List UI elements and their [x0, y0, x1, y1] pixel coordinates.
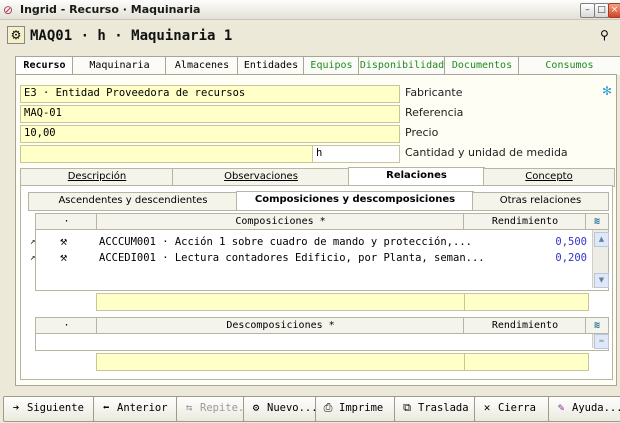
- tab-composiciones[interactable]: Composiciones y descomposiciones: [236, 191, 474, 211]
- close-icon[interactable]: ×: [608, 3, 620, 18]
- scroll-up-icon[interactable]: ▲: [594, 232, 609, 247]
- composition-text: ACCCUM001 · Acción 1 sobre cuadro de man…: [99, 236, 472, 248]
- decompositions-list: ═: [35, 333, 609, 351]
- scroll-down-icon[interactable]: ▼: [594, 273, 609, 288]
- tab-entidades[interactable]: Entidades: [237, 56, 305, 75]
- next-button[interactable]: ➔ Siguiente: [3, 396, 97, 422]
- entity-field[interactable]: E3 · Entidad Proveedora de recursos: [20, 85, 400, 103]
- printer-icon: ⎙: [323, 401, 333, 414]
- link-arrow-icon: ↗: [30, 237, 36, 247]
- tab-otras-relaciones[interactable]: Otras relaciones: [472, 192, 609, 211]
- decompositions-scrollbar[interactable]: ═: [592, 334, 609, 349]
- arrow-left-icon: ⬅: [102, 401, 110, 414]
- page-title: MAQ01 · h · Maquinaria 1: [30, 28, 233, 44]
- repeat-button[interactable]: ⇆ Repite...: [176, 396, 257, 422]
- window-title-bar[interactable]: ⊘ Ingrid - Recurso · Maquinaria – □ ×: [0, 0, 620, 20]
- unit-field[interactable]: h: [312, 145, 400, 163]
- prev-button[interactable]: ⬅ Anterior: [93, 396, 180, 422]
- print-button-label: Imprime: [339, 402, 384, 414]
- move-icon: ⧉: [403, 401, 411, 414]
- composition-rend-field[interactable]: [464, 293, 589, 311]
- tab-descripcion-label: Descripción: [67, 171, 127, 182]
- binoculars-icon[interactable]: ⚲: [600, 28, 609, 42]
- tab-observaciones-label: Observaciones: [224, 171, 298, 182]
- unit-label: Cantidad y unidad de medida: [405, 146, 568, 159]
- tool-icon: ⚒: [60, 234, 68, 248]
- reference-field[interactable]: MAQ-01: [20, 105, 400, 123]
- scroll-handle-icon[interactable]: ═: [594, 334, 609, 349]
- price-label: Precio: [405, 126, 439, 139]
- main-tabs: Recurso Maquinaria Almacenes Entidades E…: [15, 56, 620, 76]
- arrow-right-icon: ➔: [12, 401, 20, 414]
- quantity-field[interactable]: [20, 145, 315, 163]
- price-field[interactable]: 10,00: [20, 125, 400, 143]
- help-button[interactable]: ✎ Ayuda...: [548, 396, 620, 422]
- composition-text: ACCEDI001 · Lectura contadores Edificio,…: [99, 252, 485, 264]
- resource-icon: ⚙: [7, 26, 25, 44]
- new-button-label: Nuevo...: [267, 402, 318, 414]
- composition-value: 0,200: [555, 252, 587, 264]
- compositions-scrollbar[interactable]: ▲ ▼: [592, 230, 609, 288]
- entity-label: Fabricante: [405, 86, 463, 99]
- move-button[interactable]: ⧉ Traslada: [394, 396, 478, 422]
- prev-button-label: Anterior: [117, 402, 168, 414]
- composition-value: 0,500: [555, 236, 587, 248]
- tool-icon: ⚒: [60, 250, 68, 264]
- help-book-icon: ✎: [557, 401, 565, 414]
- tab-relaciones[interactable]: Relaciones: [348, 167, 485, 187]
- app-icon: ⊘: [3, 3, 14, 17]
- tab-documentos[interactable]: Documentos: [444, 56, 520, 75]
- new-button[interactable]: ⚙ Nuevo...: [243, 396, 319, 422]
- help-button-label: Ayuda...: [572, 402, 620, 414]
- tab-ascendentes[interactable]: Ascendentes y descendientes: [28, 192, 238, 211]
- new-resource-icon: ⚙: [252, 401, 260, 414]
- move-button-label: Traslada: [418, 402, 469, 414]
- tab-consumos[interactable]: Consumos: [518, 56, 620, 75]
- list-item[interactable]: ↗ ⚒ ACCEDI001 · Lectura contadores Edifi…: [30, 250, 591, 266]
- reference-label: Referencia: [405, 106, 464, 119]
- maximize-icon[interactable]: □: [594, 3, 609, 18]
- x-close-icon: ✕: [483, 401, 491, 414]
- minimize-icon[interactable]: –: [580, 3, 595, 18]
- decomposition-rend-field[interactable]: [464, 353, 589, 371]
- window-title: Ingrid - Recurso · Maquinaria: [20, 3, 201, 16]
- tab-concepto-label: Concepto: [525, 171, 573, 182]
- decomposition-edit-field[interactable]: [96, 353, 467, 371]
- compositions-list: ↗ ⚒ ACCCUM001 · Acción 1 sobre cuadro de…: [30, 229, 609, 291]
- link-arrow-icon: ↗: [30, 253, 36, 263]
- repeat-icon: ⇆: [185, 401, 193, 414]
- close-button-label: Cierra: [498, 402, 536, 414]
- tab-recurso[interactable]: Recurso: [15, 56, 74, 76]
- next-button-label: Siguiente: [27, 402, 84, 414]
- tab-maquinaria[interactable]: Maquinaria: [72, 56, 167, 75]
- close-button[interactable]: ✕ Cierra: [474, 396, 552, 422]
- tab-almacenes[interactable]: Almacenes: [165, 56, 239, 75]
- sparkle-icon[interactable]: ✻: [602, 84, 612, 98]
- tab-disponibilidad[interactable]: Disponibilidad: [358, 56, 446, 75]
- list-item[interactable]: ↗ ⚒ ACCCUM001 · Acción 1 sobre cuadro de…: [30, 234, 591, 250]
- composition-edit-field[interactable]: [96, 293, 467, 311]
- print-button[interactable]: ⎙ Imprime: [315, 396, 398, 422]
- tab-equipos[interactable]: Equipos: [303, 56, 360, 75]
